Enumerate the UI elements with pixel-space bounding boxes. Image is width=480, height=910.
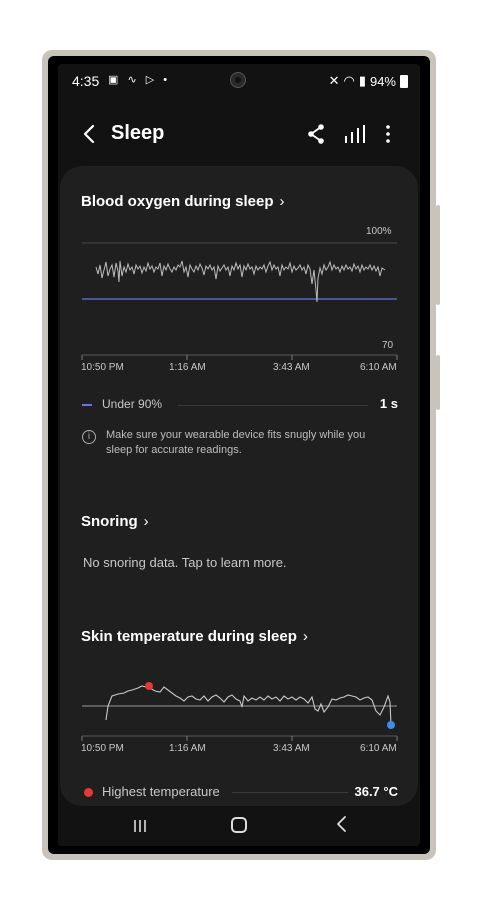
recents-icon [134, 820, 146, 832]
nav-back-button[interactable] [332, 812, 352, 836]
front-camera [230, 72, 246, 88]
notification-icons: ▣ ∿ ▷ • [108, 74, 171, 86]
temp-x-tick-label: 3:43 AM [273, 743, 310, 754]
highest-temp-marker [145, 682, 153, 690]
chevron-left-icon [337, 816, 346, 832]
side-button [436, 355, 440, 410]
more-options-button[interactable] [380, 120, 396, 148]
highest-temp-row: Highest temperature 36.7 °C [82, 784, 398, 802]
signal-icon: ▮ [358, 73, 366, 88]
page-title: Sleep [111, 122, 165, 144]
wifi-icon: ◠ [343, 73, 355, 88]
status-right: ✕ ◠ ▮ 94% [329, 73, 408, 89]
more-vertical-icon [386, 125, 390, 143]
home-button[interactable] [231, 817, 247, 833]
status-time: 4:35 [72, 73, 100, 89]
app-bar: Sleep [58, 112, 420, 156]
highest-temp-value: 36.7 °C [354, 784, 398, 799]
temp-x-tick-label: 1:16 AM [169, 743, 206, 754]
temp-x-tick-label: 10:50 PM [81, 743, 124, 754]
red-dot-icon [84, 788, 93, 797]
side-button [436, 205, 440, 305]
arrow-left-icon [83, 124, 95, 144]
stats-button[interactable] [342, 120, 366, 148]
status-bar: 4:35 ▣ ∿ ▷ • ✕ ◠ ▮ 94% [58, 64, 420, 98]
highest-temp-label: Highest temperature [102, 784, 220, 799]
screen: 4:35 ▣ ∿ ▷ • ✕ ◠ ▮ 94% Sleep Blood oxyge… [58, 64, 420, 846]
battery-icon [400, 74, 408, 88]
mute-icon: ✕ [328, 73, 340, 88]
skin-temp-chart [81, 682, 398, 741]
bar-chart-icon [345, 125, 365, 143]
share-button[interactable] [304, 120, 328, 148]
battery-percent: 94% [369, 73, 396, 89]
system-nav-bar [58, 806, 420, 846]
sleep-details-card: Blood oxygen during sleep › 100% 70 10:50… [60, 166, 418, 806]
legend-divider [232, 792, 348, 793]
back-button[interactable] [78, 120, 102, 148]
lowest-temp-marker [387, 721, 395, 729]
recents-button[interactable] [130, 816, 150, 836]
share-icon [308, 124, 324, 144]
temp-x-tick-label: 6:10 AM [360, 743, 397, 754]
